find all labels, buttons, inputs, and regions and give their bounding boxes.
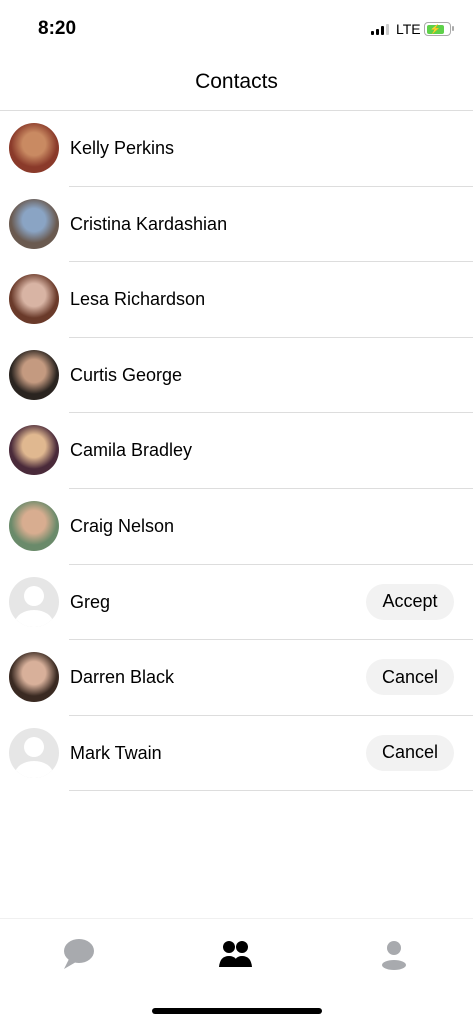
contact-name: Darren Black (70, 667, 175, 688)
status-time: 8:20 (38, 18, 77, 39)
person-icon (382, 941, 406, 970)
contact-name: Kelly Perkins (70, 138, 175, 158)
contact-name: Curtis George (70, 364, 183, 385)
avatar (9, 123, 59, 173)
accept-button[interactable]: Accept (366, 583, 454, 620)
avatar-placeholder (9, 727, 59, 778)
contact-name: Lesa Richardson (70, 289, 206, 310)
tab-contacts[interactable] (216, 937, 256, 973)
status-bar: 8:20 LTE ⚡ (0, 0, 473, 56)
tab-profile[interactable] (374, 937, 414, 973)
contact-row[interactable]: Darren Black Cancel (0, 640, 473, 716)
tab-chats[interactable] (59, 937, 99, 973)
contact-name: Mark Twain (70, 742, 162, 763)
signal-icon (371, 24, 389, 35)
contact-row[interactable]: Cristina Kardashian (0, 187, 473, 263)
home-indicator[interactable] (152, 1008, 322, 1014)
avatar-placeholder (9, 576, 59, 627)
network-label: LTE (396, 21, 421, 37)
contact-row[interactable]: Camila Bradley (0, 413, 473, 489)
battery-charging-icon: ⚡ (424, 22, 454, 36)
cancel-button[interactable]: Cancel (366, 659, 454, 696)
contact-row[interactable]: Craig Nelson (0, 489, 473, 565)
chat-bubble-icon (64, 939, 94, 969)
contact-name: Camila Bradley (70, 440, 193, 461)
contacts-list: Kelly Perkins Cristina Kardashian Lesa Ric… (0, 111, 473, 791)
contact-name: Greg (70, 591, 111, 612)
avatar (9, 349, 59, 400)
avatar (9, 274, 59, 325)
avatar (9, 500, 59, 551)
avatar (9, 652, 59, 703)
cancel-button[interactable]: Cancel (366, 734, 454, 771)
page-title: Contacts (195, 70, 278, 93)
contact-row[interactable]: Mark Twain Cancel (0, 716, 473, 792)
contact-row[interactable]: Greg Accept (0, 565, 473, 641)
contact-name: Craig Nelson (70, 515, 175, 536)
avatar (9, 198, 59, 249)
contact-name: Cristina Kardashian (70, 213, 228, 234)
contact-row[interactable]: Curtis George (0, 338, 473, 414)
contacts-icon (219, 941, 252, 967)
avatar (9, 425, 59, 476)
contact-row[interactable]: Kelly Perkins (0, 111, 473, 187)
contact-row[interactable]: Lesa Richardson (0, 262, 473, 338)
